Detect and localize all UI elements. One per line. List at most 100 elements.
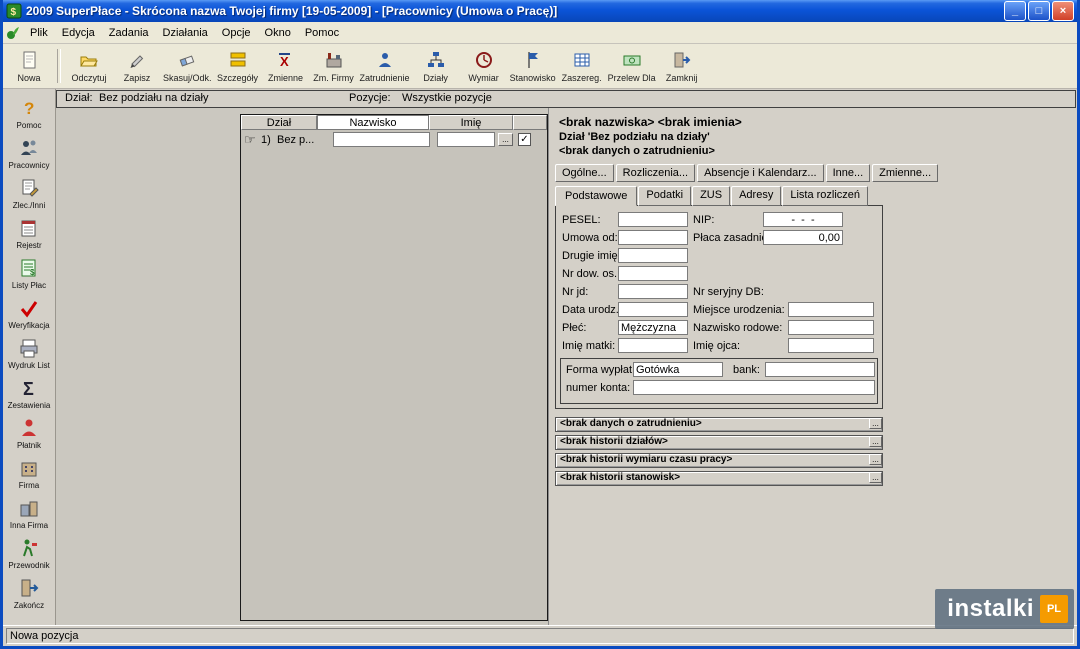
menu-zadania[interactable]: Zadania [102,25,156,41]
toolbar-button-zm-firmy[interactable]: Zm. Firmy [310,45,358,87]
menu-okno[interactable]: Okno [258,25,298,41]
plec-input[interactable] [618,320,688,335]
sidebar-item-listy-plac[interactable]: $ Listy Płac [3,253,55,293]
imie-ojca-input[interactable] [788,338,874,353]
nr-seryjny-db-label: Nr seryjny DB: [693,286,764,298]
row-checkbox[interactable]: ✓ [518,133,531,146]
sidebar-item-rejestr[interactable]: Rejestr [3,213,55,253]
sidebar-item-firma[interactable]: Firma [3,453,55,493]
grid-header: Dział Nazwisko Imię [241,115,547,130]
detail-subtabs: Podstawowe Podatki ZUS Adresy Lista rozl… [555,186,1071,206]
pesel-input[interactable] [618,212,688,227]
sidebar-item-zlec-inni[interactable]: Zlec./Inni [3,173,55,213]
subtab-adresy[interactable]: Adresy [731,186,781,206]
tab-inne[interactable]: Inne... [826,164,871,182]
sidebar-item-zakoncz[interactable]: Zakończ [3,573,55,613]
toolbar-button-nowa[interactable]: Nowa [5,45,53,87]
subtab-lista-rozliczen[interactable]: Lista rozliczeń [782,186,868,206]
subtab-zus[interactable]: ZUS [692,186,730,206]
toolbar-label: Zamknij [666,73,698,83]
maximize-button[interactable]: □ [1028,1,1050,21]
menu-pomoc[interactable]: Pomoc [298,25,346,41]
section-label: <brak danych o zatrudnieniu> [560,418,702,430]
data-urodz-input[interactable] [618,302,688,317]
numer-konta-input[interactable] [633,380,875,395]
toolbar-label: Szczegóły [217,73,258,83]
minimize-button[interactable]: _ [1004,1,1026,21]
tab-rozliczenia[interactable]: Rozliczenia... [616,164,695,182]
column-header-imie[interactable]: Imię [429,115,513,130]
watermark-pl-badge: PL [1040,595,1068,623]
toolbar-button-zatrudnienie[interactable]: Zatrudnienie [358,45,412,87]
section-ellipsis-button[interactable]: ... [869,418,882,429]
tab-ogolne[interactable]: Ogólne... [555,164,614,182]
pozycje-filter-value[interactable]: Wszystkie pozycje [402,91,492,105]
sidebar-item-inna-firma[interactable]: Inna Firma [3,493,55,533]
imie-input[interactable] [437,132,495,147]
column-header-dzial[interactable]: Dział [241,115,317,130]
toolbar-button-zapisz[interactable]: Zapisz [113,45,161,87]
tab-absencje-kalendarz[interactable]: Absencje i Kalendarz... [697,164,824,182]
change-company-icon [324,50,344,72]
toolbar-button-zmienne[interactable]: X Zmienne [262,45,310,87]
section-ellipsis-button[interactable]: ... [869,436,882,447]
tab-zmienne[interactable]: Zmienne... [872,164,938,182]
title-bar: $ 2009 SuperPłace - Skrócona nazwa Twoje… [3,0,1077,22]
section-brak-historii-stanowisk[interactable]: <brak historii stanowisk> ... [555,471,883,486]
forma-wyplat-input[interactable] [633,362,723,377]
toolbar-label: Zapisz [124,73,151,83]
miejsce-urodzenia-input[interactable] [788,302,874,317]
toolbar-button-dzialy[interactable]: Działy [412,45,460,87]
toolbar-button-zamknij[interactable]: Zamknij [658,45,706,87]
menu-edycja[interactable]: Edycja [55,25,102,41]
toolbar-button-zaszereg[interactable]: Zaszereg. [558,45,606,87]
app-icon: $ [6,3,22,19]
sidebar-item-zestawienia[interactable]: Σ Zestawienia [3,373,55,413]
sidebar-item-pracownicy[interactable]: Pracownicy [3,133,55,173]
imie-matki-input[interactable] [618,338,688,353]
toolbar-label: Skasuj/Odk. [163,73,212,83]
toolbar-button-szczegoly[interactable]: Szczegóły [214,45,262,87]
menu-plik[interactable]: Plik [23,25,55,41]
umowa-od-input[interactable] [618,230,688,245]
row-ellipsis-button[interactable]: ... [498,133,513,146]
sidebar-item-platnik[interactable]: Płatnik [3,413,55,453]
close-button[interactable]: × [1052,1,1074,21]
menu-dzialania[interactable]: Działania [156,25,215,41]
subtab-podatki[interactable]: Podatki [638,186,691,206]
nr-jd-input[interactable] [618,284,688,299]
menu-opcje[interactable]: Opcje [215,25,258,41]
table-row[interactable]: ☞ 1) Bez p... ... ✓ [241,130,547,150]
toolbar-button-przelew[interactable]: Przelew Dla [606,45,658,87]
section-ellipsis-button[interactable]: ... [869,454,882,465]
sidebar-item-pomoc[interactable]: ? Pomoc [3,93,55,133]
subtab-podstawowe[interactable]: Podstawowe [555,186,637,206]
dzial-filter-value[interactable]: Bez podziału na działy [99,91,208,105]
section-brak-historii-wymiaru[interactable]: <brak historii wymiaru czasu pracy> ... [555,453,883,468]
toolbar-button-odczytuj[interactable]: Odczytuj [65,45,113,87]
bank-input[interactable] [765,362,875,377]
svg-text:?: ? [24,99,34,118]
sidebar-item-wydruk-list[interactable]: Wydruk List [3,333,55,373]
toolbar-button-skasuj[interactable]: Skasuj/Odk. [161,45,214,87]
column-header-nazwisko[interactable]: Nazwisko [317,115,429,130]
section-ellipsis-button[interactable]: ... [869,472,882,483]
section-brak-historii-dzialow[interactable]: <brak historii działów> ... [555,435,883,450]
nip-input[interactable] [763,212,843,227]
mdi-child-icon[interactable] [5,25,21,41]
nazwisko-input[interactable] [333,132,430,147]
toolbar-button-wymiar[interactable]: Wymiar [460,45,508,87]
sidebar-item-przewodnik[interactable]: Przewodnik [3,533,55,573]
sidebar-label: Inna Firma [10,521,48,530]
row-dzial-value: Bez p... [277,134,314,146]
section-brak-danych-o-zatrudnieniu[interactable]: <brak danych o zatrudnieniu> ... [555,417,883,432]
drugie-imie-input[interactable] [618,248,688,263]
placa-zasadnicza-input[interactable] [763,230,843,245]
toolbar-label: Działy [423,73,448,83]
payment-groupbox: Forma wypłat: bank: numer konta: [560,358,878,404]
sidebar-item-weryfikacja[interactable]: Weryfikacja [3,293,55,333]
toolbar-button-stanowisko[interactable]: Stanowisko [508,45,558,87]
nazwisko-rodowe-input[interactable] [788,320,874,335]
employee-grid-panel: Dział Nazwisko Imię ☞ 1) Bez p... ... ✓ [240,114,548,621]
nr-dow-os-input[interactable] [618,266,688,281]
